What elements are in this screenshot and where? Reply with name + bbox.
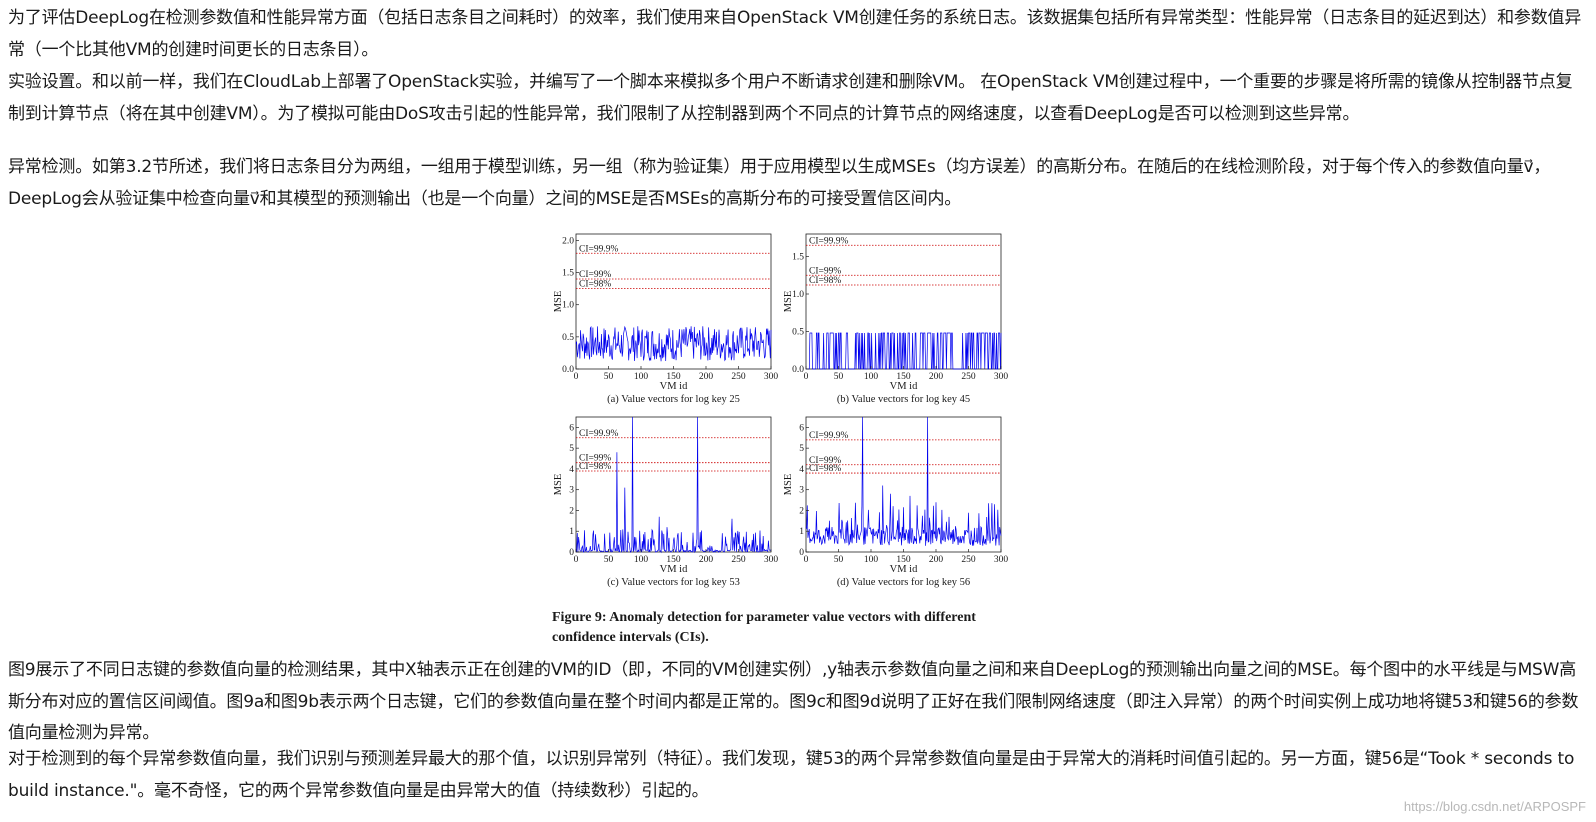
watermark: https://blog.csdn.net/ARPOSPF bbox=[1403, 799, 1586, 814]
x-axis-label: VM id bbox=[660, 381, 688, 392]
y-tick-label: 0.5 bbox=[792, 328, 804, 338]
figure-9: CI=99.9% CI=99% CI=98% 0 50 100 150 200 250 300 0.… bbox=[548, 222, 1028, 654]
paragraph-columns: 对于检测到的每个异常参数值向量，我们识别与预测差异最大的那个值，以识别异常列（特… bbox=[8, 749, 1575, 801]
y-tick-label: 4 bbox=[799, 465, 804, 475]
x-tick-label: 250 bbox=[961, 555, 976, 565]
y-tick-label: 4 bbox=[569, 465, 574, 475]
y-tick-label: 5 bbox=[569, 444, 574, 454]
y-tick-label: 5 bbox=[799, 444, 804, 454]
y-tick-label: 0 bbox=[799, 548, 804, 558]
y-tick-label: 1.5 bbox=[562, 269, 574, 279]
threshold-label: CI=99.9% bbox=[579, 429, 618, 439]
y-tick-label: 6 bbox=[799, 423, 804, 433]
paragraph-intro: 为了评估DeepLog在检测参数值和性能异常方面（包括日志条目之间耗时）的效率，… bbox=[8, 8, 1582, 60]
y-axis-label: MSE bbox=[553, 474, 564, 496]
paragraph-results: 图9展示了不同日志键的参数值向量的检测结果，其中X轴表示正在创建的VM的ID（即… bbox=[8, 660, 1579, 743]
x-tick-label: 100 bbox=[634, 372, 649, 382]
x-tick-label: 100 bbox=[864, 555, 879, 565]
x-tick-label: 50 bbox=[604, 372, 614, 382]
y-tick-label: 2 bbox=[799, 506, 804, 516]
panel-title: (d) Value vectors for log key 56 bbox=[837, 577, 970, 588]
x-tick-label: 200 bbox=[929, 372, 944, 382]
y-axis-label: MSE bbox=[553, 291, 564, 313]
threshold-label: CI=98% bbox=[809, 464, 841, 474]
threshold-label: CI=99% bbox=[809, 266, 841, 276]
y-tick-label: 0.5 bbox=[562, 333, 574, 343]
threshold-label: CI=99.9% bbox=[809, 431, 848, 441]
threshold-label: CI=99.9% bbox=[579, 244, 618, 254]
x-tick-label: 300 bbox=[764, 372, 779, 382]
x-tick-label: 0 bbox=[804, 372, 809, 382]
x-tick-label: 300 bbox=[994, 372, 1009, 382]
x-tick-label: 200 bbox=[699, 372, 714, 382]
y-tick-label: 0.0 bbox=[792, 365, 804, 375]
panel-title: (c) Value vectors for log key 53 bbox=[607, 577, 740, 588]
x-axis-label: VM id bbox=[890, 381, 918, 392]
mse-series-line bbox=[806, 332, 1002, 370]
y-axis-label: MSE bbox=[783, 291, 794, 313]
x-tick-label: 250 bbox=[961, 372, 976, 382]
paragraph-detection: 异常检测。如第3.2节所述，我们将日志条目分为两组，一组用于模型训练，另一组（称… bbox=[8, 157, 1551, 209]
y-axis-label: MSE bbox=[783, 474, 794, 496]
threshold-label: CI=98% bbox=[579, 462, 611, 472]
mse-series-line bbox=[575, 325, 772, 362]
threshold-label: CI=99% bbox=[579, 270, 611, 280]
paragraph-setup: 实验设置。和以前一样，我们在CloudLab上部署了OpenStack实验，并编… bbox=[8, 72, 1573, 124]
x-tick-label: 0 bbox=[804, 555, 809, 565]
x-axis-label: VM id bbox=[660, 564, 688, 575]
y-tick-label: 6 bbox=[569, 423, 574, 433]
x-tick-label: 100 bbox=[864, 372, 879, 382]
x-tick-label: 50 bbox=[604, 555, 614, 565]
x-tick-label: 300 bbox=[994, 555, 1009, 565]
threshold-label: CI=99.9% bbox=[809, 236, 848, 246]
x-tick-label: 250 bbox=[731, 372, 746, 382]
threshold-label: CI=98% bbox=[809, 276, 841, 286]
y-tick-label: 1 bbox=[569, 527, 574, 537]
x-tick-label: 0 bbox=[574, 555, 579, 565]
x-tick-label: 50 bbox=[834, 555, 844, 565]
panel-title: (b) Value vectors for log key 45 bbox=[837, 394, 970, 405]
y-tick-label: 2.0 bbox=[562, 236, 574, 246]
x-tick-label: 200 bbox=[929, 555, 944, 565]
y-tick-label: 3 bbox=[799, 486, 804, 496]
y-tick-label: 0.0 bbox=[562, 365, 574, 375]
x-tick-label: 50 bbox=[834, 372, 844, 382]
x-tick-label: 100 bbox=[634, 555, 649, 565]
y-tick-label: 1 bbox=[799, 527, 804, 537]
y-tick-label: 2 bbox=[569, 506, 574, 516]
x-tick-label: 0 bbox=[574, 372, 579, 382]
y-tick-label: 3 bbox=[569, 486, 574, 496]
x-tick-label: 300 bbox=[764, 555, 779, 565]
x-tick-label: 200 bbox=[699, 555, 714, 565]
y-tick-label: 1.5 bbox=[792, 253, 804, 263]
figure-9-svg: CI=99.9%CI=99%CI=98%0 50 100 150 200 250 3000.… bbox=[553, 233, 1009, 588]
x-tick-label: 250 bbox=[731, 555, 746, 565]
x-axis-label: VM id bbox=[890, 564, 918, 575]
panel-title: (a) Value vectors for log key 25 bbox=[607, 394, 740, 405]
figure-caption: Figure 9: Anomaly detection for paramete… bbox=[552, 610, 976, 645]
y-tick-label: 0 bbox=[569, 548, 574, 558]
threshold-label: CI=98% bbox=[579, 280, 611, 290]
